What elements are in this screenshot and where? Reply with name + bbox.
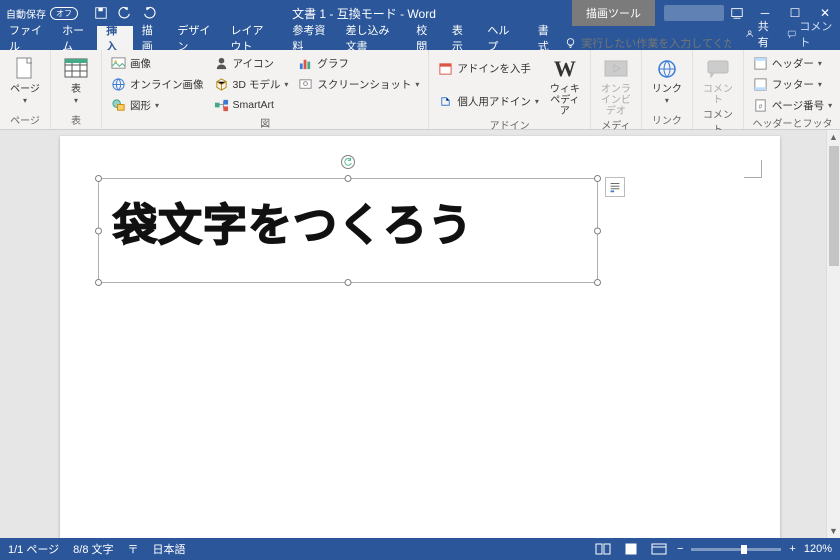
tab-layout[interactable]: レイアウト (222, 26, 284, 50)
group-tables: 表▾ 表 (51, 50, 102, 129)
group-headerfooter: ヘッダー ▾ フッター ▾ #ページ番号 ▾ ヘッダーとフッター (744, 50, 840, 129)
print-layout-icon[interactable] (621, 541, 641, 557)
document-title: 文書 1 - 互換モード - Word (156, 5, 572, 22)
group-illustrations: 画像 オンライン画像 図形 ▾ アイコン 3D モデル ▾ SmartArt グ… (102, 50, 429, 129)
screenshot-button[interactable]: スクリーンショット ▾ (295, 74, 422, 94)
tab-help[interactable]: ヘルプ (478, 26, 522, 50)
tab-mailings[interactable]: 差し込み文書 (337, 26, 408, 50)
share-button[interactable]: 共有 (739, 18, 781, 50)
comments-button[interactable]: コメント (781, 18, 840, 50)
header-button[interactable]: ヘッダー ▾ (750, 53, 835, 73)
textbox-text[interactable]: 袋文字をつくろう (99, 179, 597, 263)
layout-options-button[interactable] (605, 177, 625, 197)
pagenumber-button[interactable]: #ページ番号 ▾ (750, 95, 835, 115)
ribbon: ページ▾ ページ 表▾ 表 画像 オンライン画像 図形 ▾ (0, 50, 840, 130)
rotate-handle[interactable] (341, 155, 355, 169)
group-addins: アドインを入手 個人用アドイン ▾ W ウィキペディア アドイン (429, 50, 591, 129)
group-pages: ページ▾ ページ (0, 50, 51, 129)
tab-format[interactable]: 書式 (529, 26, 565, 50)
pictures-button[interactable]: 画像 (108, 53, 207, 73)
svg-text:#: # (759, 103, 763, 110)
resize-handle[interactable] (345, 175, 352, 182)
resize-handle[interactable] (594, 175, 601, 182)
textbox-selection[interactable]: 袋文字をつくろう (98, 178, 598, 283)
save-icon[interactable] (94, 6, 108, 20)
scroll-up-icon[interactable]: ▲ (827, 130, 840, 144)
group-comments: コメント コメント (693, 50, 744, 129)
wikipedia-button[interactable]: W ウィキペディア (546, 53, 584, 117)
contextual-tab-title: 描画ツール (572, 0, 655, 26)
resize-handle[interactable] (95, 227, 102, 234)
shapes-button[interactable]: 図形 ▾ (108, 95, 207, 115)
resize-handle[interactable] (95, 175, 102, 182)
resize-handle[interactable] (594, 227, 601, 234)
zoom-level[interactable]: 120% (804, 543, 832, 555)
undo-icon[interactable] (118, 6, 132, 20)
user-account[interactable] (664, 5, 724, 21)
comment-button: コメント (699, 53, 737, 106)
ribbon-tabs: ファイル ホーム 挿入 描画 デザイン レイアウト 参考資料 差し込み文書 校閲… (0, 26, 840, 50)
read-mode-icon[interactable] (593, 541, 613, 557)
comment-icon (787, 28, 796, 40)
word-count[interactable]: 8/8 文字 (73, 541, 113, 557)
tab-review[interactable]: 校閲 (407, 26, 443, 50)
zoom-out-button[interactable]: − (677, 543, 683, 555)
3d-models-button[interactable]: 3D モデル ▾ (211, 74, 292, 94)
redo-icon[interactable] (142, 6, 156, 20)
footer-button[interactable]: フッター ▾ (750, 74, 835, 94)
tab-draw[interactable]: 描画 (133, 26, 169, 50)
document-area: 袋文字をつくろう ▲ ▼ (0, 130, 840, 538)
tab-design[interactable]: デザイン (168, 26, 221, 50)
resize-handle[interactable] (345, 279, 352, 286)
status-bar: 1/1 ページ 8/8 文字 〒 日本語 − + 120% (0, 538, 840, 560)
tab-file[interactable]: ファイル (0, 26, 53, 50)
tab-references[interactable]: 参考資料 (283, 26, 336, 50)
scroll-thumb[interactable] (829, 146, 839, 266)
search-input[interactable] (581, 38, 731, 50)
icons-button[interactable]: アイコン (211, 53, 292, 73)
vertical-scrollbar[interactable]: ▲ ▼ (826, 130, 840, 538)
margin-corner-icon (744, 160, 762, 178)
link-button[interactable]: リンク▾ (648, 53, 686, 112)
resize-handle[interactable] (594, 279, 601, 286)
zoom-in-button[interactable]: + (789, 543, 795, 555)
web-layout-icon[interactable] (649, 541, 669, 557)
chart-button[interactable]: グラフ (295, 53, 422, 73)
tab-insert[interactable]: 挿入 (97, 26, 133, 50)
lightbulb-icon (564, 37, 577, 50)
group-links: リンク▾ リンク (642, 50, 693, 129)
pages-button[interactable]: ページ▾ (6, 53, 44, 112)
tell-me-search[interactable] (564, 37, 739, 50)
smartart-button[interactable]: SmartArt (211, 95, 292, 115)
get-addins-button[interactable]: アドインを入手 (435, 59, 542, 79)
tab-home[interactable]: ホーム (53, 26, 97, 50)
scroll-down-icon[interactable]: ▼ (827, 524, 840, 538)
page[interactable]: 袋文字をつくろう (60, 136, 780, 538)
tab-view[interactable]: 表示 (443, 26, 479, 50)
group-media: オンラインビデオ メディア (591, 50, 642, 129)
language-indicator[interactable]: 日本語 (153, 541, 186, 557)
proofing-icon[interactable]: 〒 (128, 541, 139, 557)
page-indicator[interactable]: 1/1 ページ (8, 541, 59, 557)
resize-handle[interactable] (95, 279, 102, 286)
table-button[interactable]: 表▾ (57, 53, 95, 112)
online-video-button: オンラインビデオ (597, 53, 635, 117)
my-addins-button[interactable]: 個人用アドイン ▾ (435, 91, 542, 111)
share-icon (745, 28, 754, 40)
autosave-toggle[interactable]: 自動保存 オフ (6, 6, 78, 21)
online-pictures-button[interactable]: オンライン画像 (108, 74, 207, 94)
zoom-slider[interactable] (691, 548, 781, 551)
